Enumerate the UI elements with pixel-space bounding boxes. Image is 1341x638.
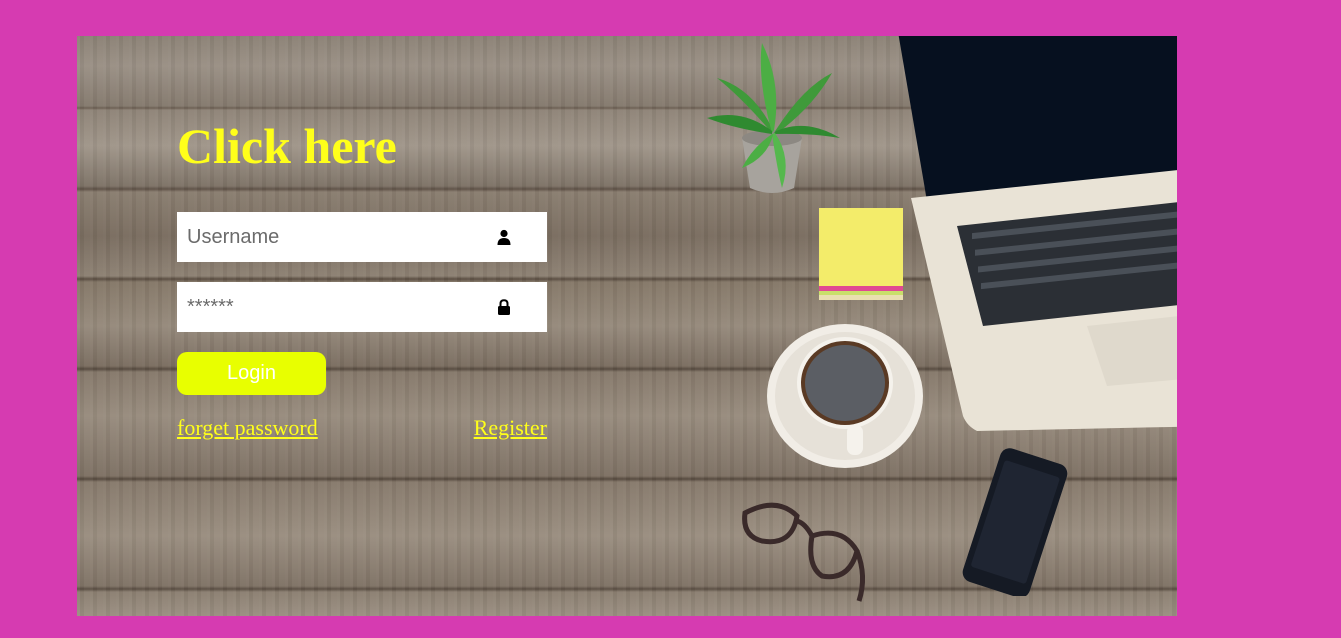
login-form: Click here Login forget password Registe… xyxy=(177,116,547,443)
coffee-cup-image xyxy=(767,324,923,468)
potted-plant-image xyxy=(707,43,840,193)
register-link[interactable]: Register xyxy=(474,415,547,441)
login-card: Click here Login forget password Registe… xyxy=(77,36,1177,616)
lock-icon xyxy=(498,299,510,315)
eyeglasses-image xyxy=(742,502,865,602)
laptop-image xyxy=(898,36,1177,431)
username-field xyxy=(177,212,547,262)
password-input[interactable] xyxy=(177,282,477,332)
sticky-notes-image xyxy=(819,208,903,300)
username-input[interactable] xyxy=(177,212,477,262)
auth-links: forget password Register xyxy=(177,415,547,443)
user-icon xyxy=(497,229,511,245)
login-button[interactable]: Login xyxy=(177,352,326,395)
page-title: Click here xyxy=(177,118,397,174)
smartphone-image xyxy=(962,448,1068,596)
forget-password-link[interactable]: forget password xyxy=(177,415,318,441)
password-field xyxy=(177,282,547,332)
